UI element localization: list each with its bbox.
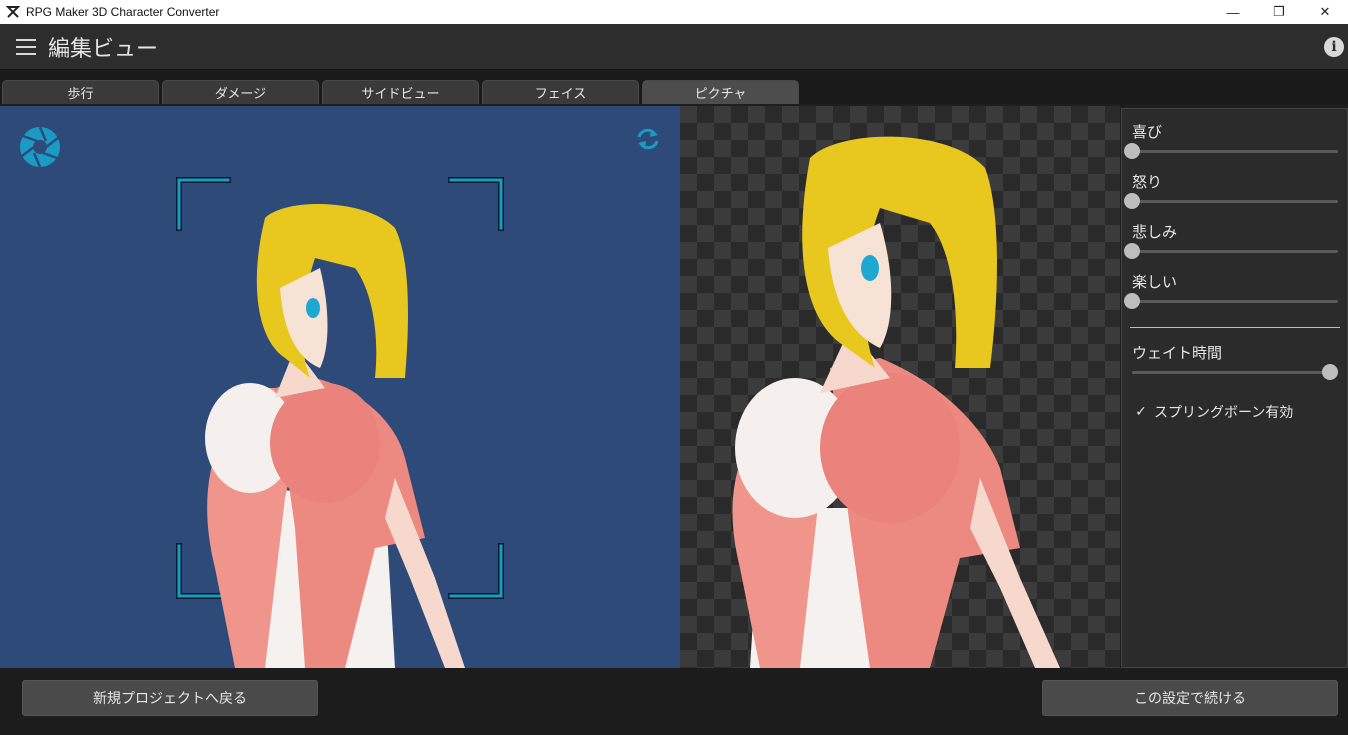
panel-divider: [1130, 327, 1340, 328]
edit-viewport[interactable]: [0, 106, 680, 668]
settings-panel: 喜び 怒り 悲しみ 楽しい ウェイト時間 ✓ スプリングボーン有効: [1121, 108, 1348, 668]
slider-thumb[interactable]: [1124, 193, 1140, 209]
tab-bar: 歩行 ダメージ サイドビュー フェイス ピクチャ: [0, 71, 1348, 104]
slider-label-fun: 楽しい: [1132, 271, 1177, 292]
slider-label-wait: ウェイト時間: [1132, 342, 1222, 363]
character-model: [195, 198, 485, 668]
close-button[interactable]: ✕: [1302, 0, 1348, 24]
character-preview: [720, 128, 1080, 668]
continue-button[interactable]: この設定で続ける: [1042, 680, 1338, 716]
checkbox-spring-bone[interactable]: ✓: [1132, 403, 1150, 421]
slider-label-sorrow: 悲しみ: [1132, 221, 1177, 242]
slider-thumb[interactable]: [1124, 293, 1140, 309]
restore-button[interactable]: ❐: [1256, 0, 1302, 24]
slider-thumb[interactable]: [1124, 243, 1140, 259]
preview-viewport: [680, 106, 1120, 668]
rotate-icon[interactable]: [635, 126, 661, 152]
slider-thumb[interactable]: [1322, 364, 1338, 380]
tab-face[interactable]: フェイス: [482, 80, 639, 104]
tab-picture[interactable]: ピクチャ: [642, 80, 799, 104]
window-titlebar: RPG Maker 3D Character Converter — ❐ ✕: [0, 0, 1348, 24]
tab-walk[interactable]: 歩行: [2, 80, 159, 104]
slider-joy[interactable]: [1132, 150, 1338, 153]
footer-bar: 新規プロジェクトへ戻る この設定で続ける: [0, 668, 1348, 735]
info-icon[interactable]: i: [1324, 37, 1344, 57]
window-title: RPG Maker 3D Character Converter: [26, 5, 1210, 19]
checkbox-label: スプリングボーン有効: [1154, 402, 1293, 422]
app-icon: [6, 5, 20, 19]
spring-bone-option[interactable]: ✓ スプリングボーン有効: [1132, 402, 1293, 422]
slider-anger[interactable]: [1132, 200, 1338, 203]
page-title: 編集ビュー: [48, 31, 1324, 63]
slider-wait-time[interactable]: [1132, 371, 1338, 374]
hamburger-icon[interactable]: [16, 39, 36, 55]
aperture-icon[interactable]: [19, 126, 61, 168]
slider-sorrow[interactable]: [1132, 250, 1338, 253]
slider-label-joy: 喜び: [1132, 121, 1162, 142]
tab-sideview[interactable]: サイドビュー: [322, 80, 479, 104]
tab-damage[interactable]: ダメージ: [162, 80, 319, 104]
slider-label-anger: 怒り: [1132, 171, 1162, 192]
slider-thumb[interactable]: [1124, 143, 1140, 159]
slider-fun[interactable]: [1132, 300, 1338, 303]
minimize-button[interactable]: —: [1210, 0, 1256, 24]
back-to-new-project-button[interactable]: 新規プロジェクトへ戻る: [22, 680, 318, 716]
app-header: 編集ビュー i: [0, 24, 1348, 70]
